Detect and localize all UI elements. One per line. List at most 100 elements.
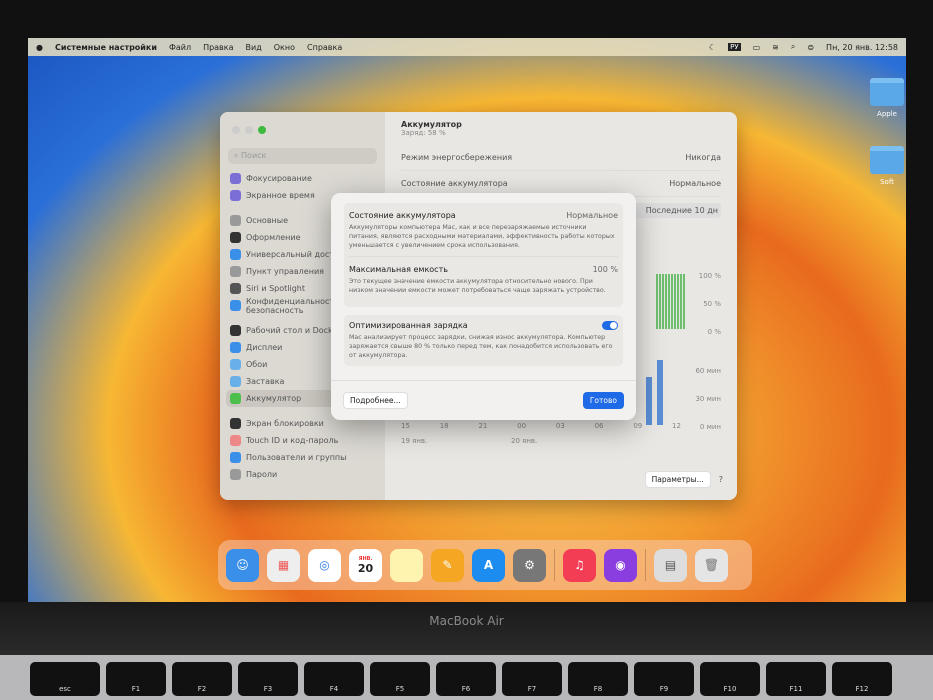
notes-icon[interactable] <box>390 548 423 582</box>
x-tick: 03 <box>555 422 565 430</box>
battery-health-dialog: Состояние аккумулятора Нормальное Аккумуля… <box>331 193 636 420</box>
modal-health-title: Состояние аккумулятора <box>349 211 456 220</box>
low-power-select[interactable]: Никогда <box>685 153 721 162</box>
key: F3 <box>238 662 298 696</box>
sidebar-item-icon <box>230 435 241 446</box>
sidebar-item-icon <box>230 325 241 336</box>
usage-tick: 60 мин <box>695 367 721 375</box>
level-tick: 100 % <box>698 272 721 280</box>
sidebar-item-icon <box>230 266 241 277</box>
menu-window[interactable]: Окно <box>274 43 295 52</box>
sidebar-item[interactable]: Фокусирование <box>220 170 385 187</box>
launchpad-icon[interactable]: ▦ <box>267 548 300 582</box>
dock: ☺ ▦ ◎ ЯНВ. 20 ✎ A ⚙ ♫ ◉ ▤ 🗑 <box>218 540 752 590</box>
capacity-value: 100 % <box>592 265 618 274</box>
archive-icon[interactable]: ▤ <box>654 548 687 582</box>
apple-menu-icon[interactable]: ● <box>36 43 43 52</box>
capacity-title: Максимальная емкость <box>349 265 448 274</box>
x-tick: 06 <box>594 422 604 430</box>
menu-help[interactable]: Справка <box>307 43 342 52</box>
finder-icon[interactable]: ☺ <box>226 548 259 582</box>
usage-bar <box>646 377 652 425</box>
key: F12 <box>832 662 892 696</box>
key: F5 <box>370 662 430 696</box>
battery-icon[interactable]: ▭ <box>753 43 761 52</box>
sidebar-item-icon <box>230 300 241 311</box>
app-store-icon[interactable]: A <box>472 548 505 582</box>
podcasts-icon[interactable]: ◉ <box>604 548 637 582</box>
sidebar-item-icon <box>230 469 241 480</box>
key: F8 <box>568 662 628 696</box>
menu-view[interactable]: Вид <box>246 43 262 52</box>
close-button[interactable] <box>232 126 240 134</box>
system-settings-icon[interactable]: ⚙ <box>513 548 546 582</box>
x-tick: 12 <box>672 422 681 430</box>
calendar-icon[interactable]: ЯНВ. 20 <box>349 548 382 582</box>
clock[interactable]: Пн, 20 янв. 12:58 <box>826 43 898 52</box>
optimized-charging-toggle[interactable] <box>602 321 618 330</box>
key: F1 <box>106 662 166 696</box>
done-button[interactable]: Готово <box>582 392 624 409</box>
desktop-folder-apple[interactable]: Apple <box>862 78 906 118</box>
search-input[interactable]: ⌕ Поиск <box>228 148 377 164</box>
page-title: Аккумулятор <box>401 120 462 129</box>
minimize-button[interactable] <box>245 126 253 134</box>
dock-separator <box>645 549 646 581</box>
sidebar-item-icon <box>230 452 241 463</box>
search-icon[interactable]: ⌕ <box>791 42 795 52</box>
key: esc <box>30 662 100 696</box>
sidebar-item-icon <box>230 393 241 404</box>
health-value[interactable]: Нормальное <box>669 179 721 188</box>
laptop-bezel: MacBook Air <box>0 602 933 660</box>
wifi-icon[interactable]: ≋ <box>772 43 779 52</box>
sidebar-item-icon <box>230 283 241 294</box>
sidebar-item[interactable]: Пользователи и группы <box>220 449 385 466</box>
more-info-button[interactable]: Подробнее... <box>343 392 408 409</box>
x-tick: 18 <box>439 422 449 430</box>
sidebar-item[interactable]: Touch ID и код-пароль <box>220 432 385 449</box>
sidebar-item-icon <box>230 342 241 353</box>
modal-health-value: Нормальное <box>566 211 618 220</box>
key: F11 <box>766 662 826 696</box>
options-button[interactable]: Параметры... <box>644 471 711 488</box>
sidebar-item-icon <box>230 418 241 429</box>
menu-file[interactable]: Файл <box>169 43 191 52</box>
menu-app-name[interactable]: Системные настройки <box>55 43 157 52</box>
help-button[interactable]: ? <box>719 475 723 484</box>
usage-tick: 0 мин <box>699 423 721 431</box>
key: F7 <box>502 662 562 696</box>
sidebar-item-icon <box>230 232 241 243</box>
key: F6 <box>436 662 496 696</box>
usage-tick: 30 мин <box>695 395 721 403</box>
model-label: MacBook Air <box>429 614 504 628</box>
input-language[interactable]: РУ <box>728 43 741 51</box>
date-label: 19 янв. <box>401 437 428 445</box>
trash-icon[interactable]: 🗑 <box>695 548 728 582</box>
menu-edit[interactable]: Правка <box>203 43 233 52</box>
usage-bar <box>657 360 663 425</box>
key: F10 <box>700 662 760 696</box>
window-controls <box>220 112 385 148</box>
x-tick: 09 <box>633 422 643 430</box>
battery-level-bars <box>656 274 686 329</box>
sidebar-item-icon <box>230 376 241 387</box>
focus-moon-icon[interactable]: ☾ <box>709 43 716 52</box>
optimized-title: Оптимизированная зарядка <box>349 321 468 330</box>
zoom-button[interactable] <box>258 126 266 134</box>
desktop-folder-soft[interactable]: Soft <box>862 146 906 186</box>
music-icon[interactable]: ♫ <box>563 548 596 582</box>
screen: ● Системные настройки Файл Правка Вид Ок… <box>28 38 906 602</box>
sidebar-item[interactable]: Пароли <box>220 466 385 483</box>
pages-icon[interactable]: ✎ <box>431 548 464 582</box>
control-center-icon[interactable]: ⊜ <box>807 43 814 52</box>
safari-icon[interactable]: ◎ <box>308 548 341 582</box>
sidebar-item-icon <box>230 190 241 201</box>
health-label: Состояние аккумулятора <box>401 179 508 188</box>
key: F2 <box>172 662 232 696</box>
low-power-label: Режим энергосбережения <box>401 153 513 162</box>
sidebar-item-icon <box>230 359 241 370</box>
x-tick: 00 <box>517 422 527 430</box>
level-tick: 0 % <box>707 328 721 336</box>
function-key-row: esc F1 F2 F3 F4 F5 F6 F7 F8 F9 F10 F11 F12 <box>30 662 892 696</box>
optimized-desc: Mac анализирует процесс зарядки, снижая … <box>349 334 613 359</box>
